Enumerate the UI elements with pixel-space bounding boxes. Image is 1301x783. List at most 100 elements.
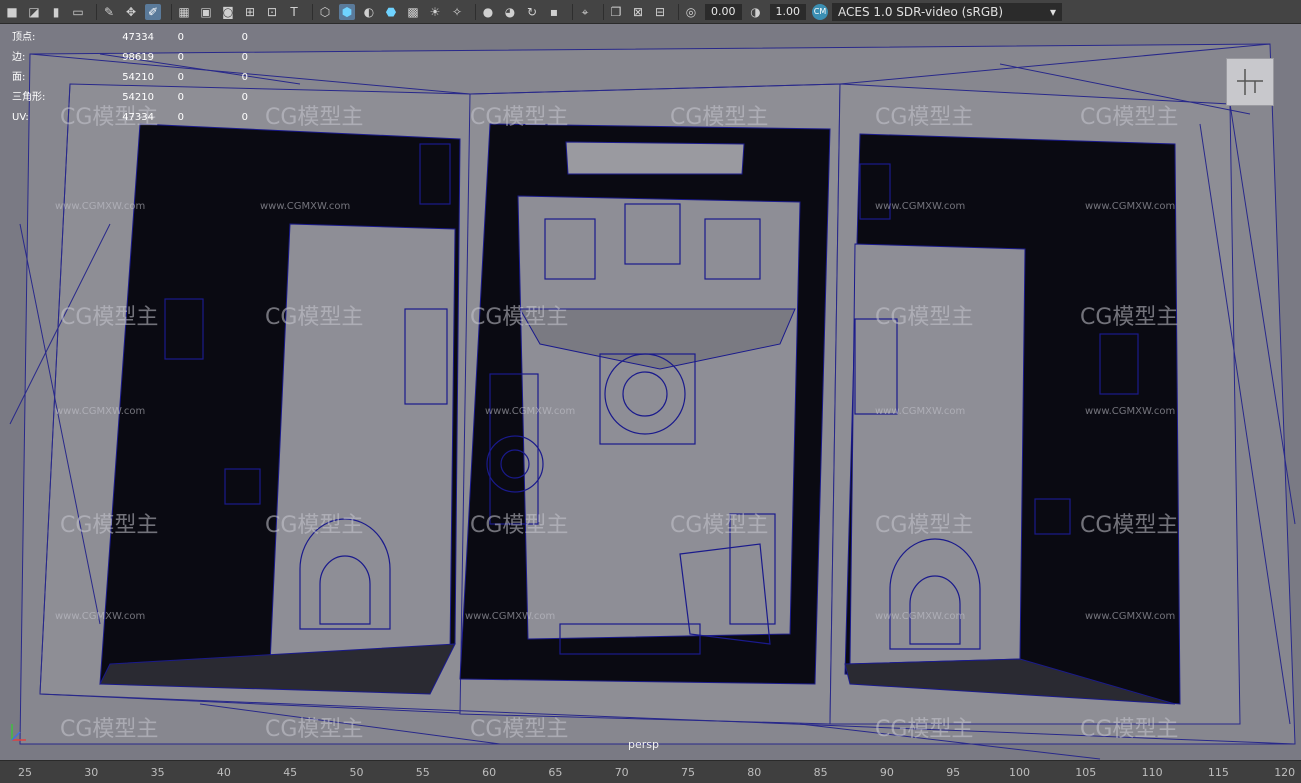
gamma-icon[interactable]: ◑ — [748, 4, 764, 20]
safe-title-icon[interactable]: T — [286, 4, 302, 20]
watermark: CG模型主 — [60, 305, 158, 330]
toolbar-divider — [171, 3, 172, 20]
watermark: CG模型主 — [470, 305, 568, 330]
camera-attributes-icon[interactable]: ◪ — [26, 4, 42, 20]
gate-mask-icon[interactable]: ⊞ — [242, 4, 258, 20]
hud-value: 47334 — [122, 112, 154, 123]
anti-aliasing-icon[interactable]: ↻ — [524, 4, 540, 20]
hud-row: 三角形: 54210 0 0 — [12, 88, 248, 108]
watermark: CG模型主 — [1080, 105, 1178, 130]
hud-value: 54210 — [122, 72, 154, 83]
timeline-tick-label: 120 — [1274, 766, 1296, 779]
timeline-tick-label: 35 — [150, 766, 165, 779]
watermark: CG模型主 — [265, 717, 363, 742]
hud-label: 三角形: — [12, 92, 46, 103]
time-slider[interactable]: 25 30 35 40 45 50 55 60 65 70 75 80 85 90 95 100 105 110 1… — [0, 760, 1301, 783]
timeline-tick-label: 55 — [415, 766, 430, 779]
shadows-icon[interactable]: ✧ — [449, 4, 465, 20]
hud-value: 54210 — [122, 92, 154, 103]
bookmark-icon[interactable]: ▮ — [48, 4, 64, 20]
motion-blur-icon[interactable]: ◕ — [502, 4, 518, 20]
hud-value: 47334 — [122, 32, 154, 43]
depth-of-field-icon[interactable]: ▪ — [546, 4, 562, 20]
ambient-occlusion-icon[interactable]: ● — [480, 4, 496, 20]
timeline-tick-label: 90 — [879, 766, 894, 779]
watermark-url: www.CGMXW.com — [875, 611, 965, 622]
isolate-select-icon[interactable]: ⌖ — [577, 4, 593, 20]
smooth-shade-icon[interactable]: ⬢ — [339, 3, 355, 20]
watermark: CG模型主 — [875, 105, 973, 130]
toolbar-divider — [572, 3, 573, 20]
paint-brush-icon[interactable]: ✐ — [145, 3, 161, 20]
exposure-icon[interactable]: ◎ — [683, 4, 699, 20]
watermark: CG模型主 — [1080, 305, 1178, 330]
image-plane-icon[interactable]: ▭ — [70, 4, 86, 20]
pan-zoom-icon[interactable]: ✥ — [123, 4, 139, 20]
timeline-tick-label: 65 — [548, 766, 563, 779]
viewport-panel[interactable]: CG模型主 CG模型主 CG模型主 CG模型主 CG模型主 CG模型主 CG模型… — [0, 24, 1301, 760]
watermark-url: www.CGMXW.com — [55, 406, 145, 417]
timeline-tick-label: 25 — [18, 766, 32, 779]
axis-gizmo — [6, 720, 30, 750]
resolution-gate-icon[interactable]: ◙ — [220, 4, 236, 20]
viewport-toolbar: ■ ◪ ▮ ▭ ✎ ✥ ✐ ▦ ▣ ◙ ⊞ ⊡ T ⬡ ⬢ ◐ ⬣ ▩ ☀ ✧ … — [0, 0, 1301, 24]
colorspace-dropdown[interactable]: ACES 1.0 SDR-video (sRGB) ▾ — [832, 2, 1062, 21]
wireframe-icon[interactable]: ⬡ — [317, 4, 333, 20]
wireframe-on-shaded-icon[interactable]: ⬣ — [383, 4, 399, 20]
scene-wireframe: CG模型主 CG模型主 CG模型主 CG模型主 CG模型主 CG模型主 CG模型… — [9, 43, 1296, 760]
hud-label: 边: — [12, 52, 26, 63]
timeline-tick-label: 30 — [84, 766, 99, 779]
camera-name-label: persp — [628, 738, 659, 751]
watermark-url: www.CGMXW.com — [1085, 406, 1175, 417]
hud-selected-alt: 0 — [241, 32, 248, 43]
timeline-tick-label: 80 — [747, 766, 762, 779]
hud-row: 面: 54210 0 0 — [12, 68, 248, 88]
lights-icon[interactable]: ☀ — [427, 4, 443, 20]
xray-active-components-icon[interactable]: ⊟ — [652, 4, 668, 20]
watermark-url: www.CGMXW.com — [875, 201, 965, 212]
hud-selected: 0 — [177, 112, 184, 123]
colorspace-label: ACES 1.0 SDR-video (sRGB) — [838, 4, 1004, 19]
default-material-icon[interactable]: ◐ — [361, 4, 377, 20]
hud-selected: 0 — [177, 72, 184, 83]
hud-row: 边: 98619 0 0 — [12, 48, 248, 68]
hud-selected-alt: 0 — [241, 52, 248, 63]
timeline-tick-label: 115 — [1207, 766, 1229, 779]
textured-icon[interactable]: ▩ — [405, 4, 421, 20]
watermark-url: www.CGMXW.com — [55, 611, 145, 622]
axis-gizmo-icon — [11, 724, 26, 741]
toolbar-divider — [678, 3, 679, 20]
watermark: CG模型主 — [1080, 717, 1178, 742]
hud-selected: 0 — [177, 92, 184, 103]
camera-select-icon[interactable]: ■ — [4, 4, 20, 20]
grid-icon[interactable]: ▦ — [176, 4, 192, 20]
gamma-input[interactable]: 1.00 — [769, 3, 806, 20]
exposure-input[interactable]: 0.00 — [705, 3, 742, 20]
watermark: CG模型主 — [265, 305, 363, 330]
timeline-tick-label: 70 — [614, 766, 629, 779]
timeline-tick-label: 95 — [946, 766, 961, 779]
view-cube[interactable] — [1226, 58, 1274, 106]
watermark-url: www.CGMXW.com — [1085, 201, 1175, 212]
xray-icon[interactable]: ❐ — [608, 4, 624, 20]
watermark: CG模型主 — [1080, 513, 1178, 538]
watermark-url: www.CGMXW.com — [260, 201, 350, 212]
watermark: CG模型主 — [265, 105, 363, 130]
timeline-tick-label: 110 — [1141, 766, 1163, 779]
hud-label: 顶点: — [12, 32, 36, 43]
field-chart-icon[interactable]: ⊡ — [264, 4, 280, 20]
watermark: CG模型主 — [265, 513, 363, 538]
watermark: CG模型主 — [470, 105, 568, 130]
timeline-tick-label: 105 — [1075, 766, 1097, 779]
color-management-icon[interactable]: CM — [812, 3, 828, 20]
hud-row: UV: 47334 0 0 — [12, 108, 248, 128]
timeline-tick-label: 50 — [349, 766, 364, 779]
hud-selected-alt: 0 — [241, 112, 248, 123]
grease-pencil-icon[interactable]: ✎ — [101, 4, 117, 20]
toolbar-divider — [96, 3, 97, 20]
film-gate-icon[interactable]: ▣ — [198, 4, 214, 20]
chevron-down-icon: ▾ — [1049, 4, 1056, 19]
xray-joints-icon[interactable]: ⊠ — [630, 4, 646, 20]
watermark-url: www.CGMXW.com — [485, 406, 575, 417]
timeline-tick-label: 40 — [216, 766, 231, 779]
